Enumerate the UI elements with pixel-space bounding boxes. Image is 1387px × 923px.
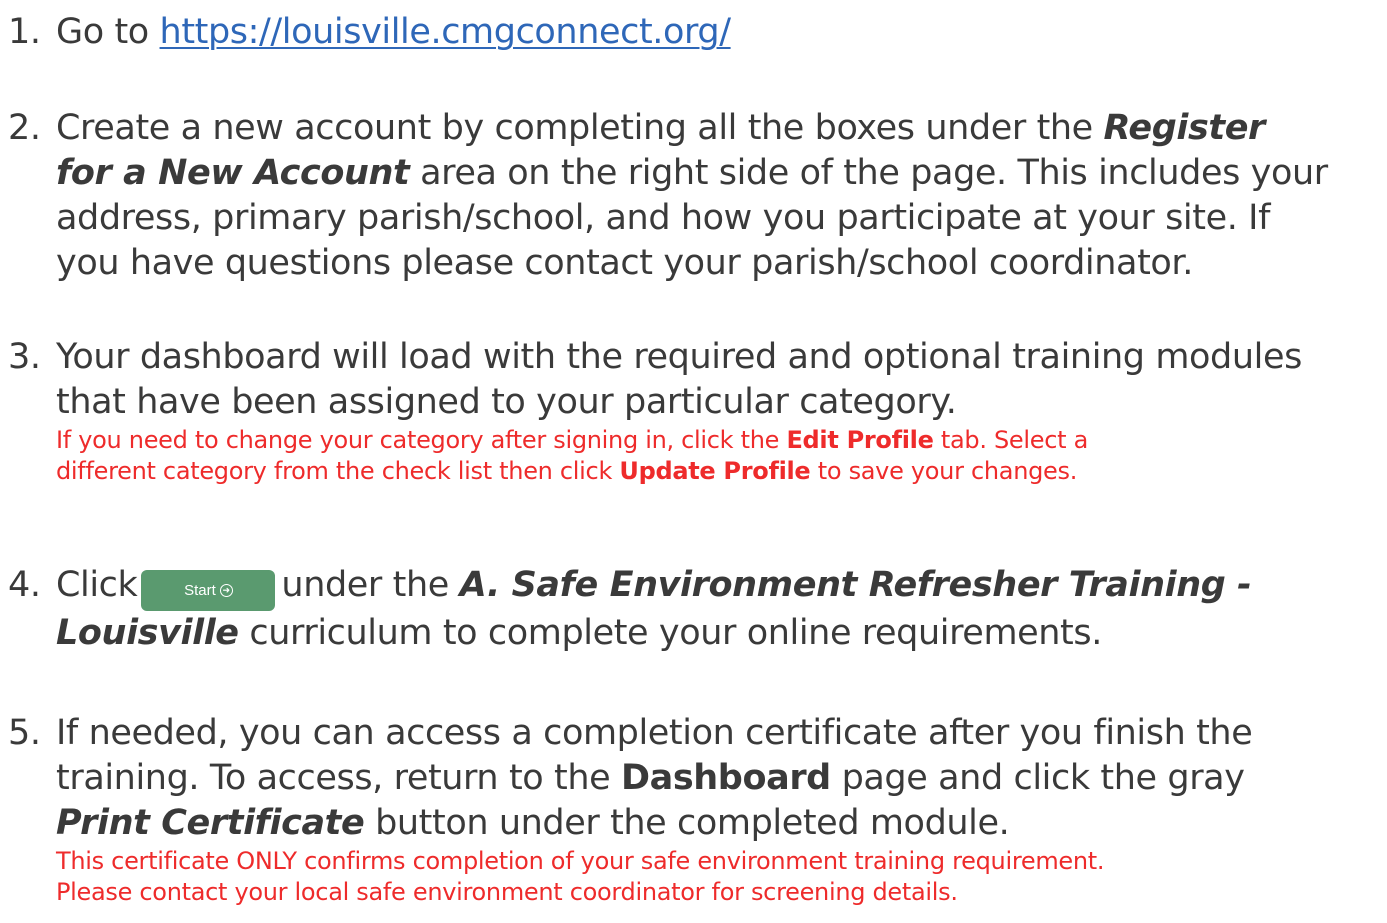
step-body: Create a new account by completing all t… [56, 106, 1328, 286]
step-line: for a New Account area on the right side… [56, 151, 1328, 196]
step-line: Go to https://louisville.cmgconnect.org/ [56, 10, 731, 55]
new-account-emphasis: for a New Account [56, 153, 410, 193]
step-number: 5. [8, 713, 41, 753]
certificate-note-line: This certificate ONLY confirms completio… [56, 847, 1105, 875]
step-line: Print Certificate button under the compl… [56, 801, 1252, 846]
step-5: 5. If needed, you can access a completio… [8, 711, 1253, 906]
note-text: different category from the check list t… [56, 457, 620, 485]
arrow-circle-right-icon: ➜ [219, 584, 233, 597]
category-note-line: If you need to change your category afte… [56, 425, 1302, 456]
edit-profile-emphasis: Edit Profile [786, 426, 934, 454]
note-text: to save your changes. [810, 457, 1078, 485]
certificate-note-line: Please contact your local safe environme… [56, 878, 958, 906]
step-line: Create a new account by completing all t… [56, 106, 1328, 151]
step-text: curriculum to complete your online requi… [238, 613, 1102, 653]
step-line: If needed, you can access a completion c… [56, 713, 1253, 753]
step-text: area on the right side of the page. This… [409, 153, 1328, 193]
step-line: address, primary parish/school, and how … [56, 198, 1271, 238]
step-body: Your dashboard will load with the requir… [56, 335, 1302, 487]
step-line: that have been assigned to your particul… [56, 382, 957, 422]
register-emphasis: Register [1103, 108, 1266, 148]
step-line: Click Start ➜ under the A. Safe Environment… [56, 563, 1252, 611]
step-text: Go to [56, 12, 160, 52]
step-line: training. To access, return to the Dashb… [56, 756, 1252, 801]
step-text: Create a new account by completing all t… [56, 108, 1104, 148]
step-body: Go to https://louisville.cmgconnect.org/ [56, 10, 731, 55]
cmgconnect-link[interactable]: https://louisville.cmgconnect.org/ [160, 12, 731, 52]
step-3: 3. Your dashboard will load with the req… [8, 335, 1302, 485]
step-line: Louisville curriculum to complete your o… [56, 611, 1251, 656]
step-body: If needed, you can access a completion c… [56, 711, 1253, 908]
step-1: 1. Go to https://louisville.cmgconnect.o… [8, 10, 731, 55]
step-text: training. To access, return to the [56, 758, 621, 798]
step-line: Your dashboard will load with the requir… [56, 337, 1302, 377]
step-number: 2. [8, 108, 41, 148]
step-text: button under the completed module. [364, 803, 1010, 843]
step-2: 2. Create a new account by completing al… [8, 106, 1328, 283]
print-certificate-emphasis: Print Certificate [56, 803, 365, 843]
instructions-document: 1. Go to https://louisville.cmgconnect.o… [0, 0, 1387, 923]
step-number: 4. [8, 565, 41, 605]
start-button[interactable]: Start ➜ [141, 570, 276, 611]
curriculum-name-emphasis: Louisville [56, 613, 239, 653]
step-body: Click Start ➜ under the A. Safe Environment… [56, 563, 1252, 656]
dashboard-emphasis: Dashboard [620, 758, 831, 798]
step-4: 4. Click Start ➜ under the A. Safe Environm… [8, 563, 1252, 653]
note-text: tab. Select a [933, 426, 1088, 454]
step-text: Click [56, 565, 138, 605]
start-button-label: Start [184, 582, 216, 599]
update-profile-emphasis: Update Profile [619, 457, 811, 485]
category-note-line: different category from the check list t… [56, 456, 1302, 487]
step-number: 3. [8, 337, 41, 377]
step-text: under the [281, 565, 460, 605]
step-number: 1. [8, 12, 41, 52]
step-text: page and click the gray [830, 758, 1245, 798]
note-text: If you need to change your category afte… [56, 426, 787, 454]
curriculum-name-emphasis: A. Safe Environment Refresher Training - [459, 565, 1252, 605]
step-line: you have questions please contact your p… [56, 243, 1193, 283]
